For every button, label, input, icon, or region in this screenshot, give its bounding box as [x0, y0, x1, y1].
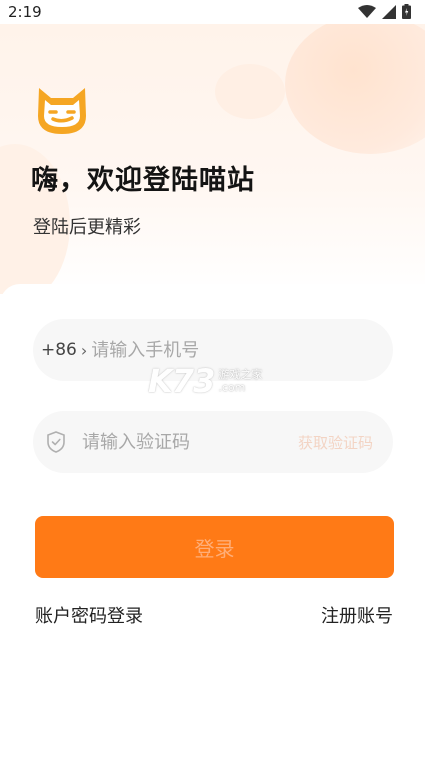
page-subtitle: 登陆后更精彩 — [33, 217, 141, 238]
get-code-button[interactable]: 获取验证码 — [298, 432, 373, 453]
shield-icon — [47, 431, 65, 453]
watermark-domain: .com — [218, 381, 246, 394]
register-link[interactable]: 注册账号 — [321, 602, 393, 628]
status-bar: 2:19 — [0, 0, 425, 24]
watermark: K73 游戏之家 .com — [148, 362, 262, 400]
password-login-link[interactable]: 账户密码登录 — [35, 602, 143, 628]
phone-input[interactable] — [91, 339, 393, 361]
cat-face-logo-icon — [38, 88, 86, 134]
watermark-cn: 游戏之家 — [218, 368, 263, 381]
verification-code-field[interactable]: 获取验证码 — [33, 411, 393, 473]
watermark-brand: K73 — [148, 362, 215, 400]
battery-icon — [402, 4, 411, 19]
status-icons — [358, 4, 411, 19]
chevron-right-icon[interactable]: › — [81, 341, 87, 360]
status-time: 2:19 — [8, 3, 42, 21]
wifi-icon — [358, 4, 376, 18]
country-code[interactable]: +86 — [41, 340, 77, 360]
login-button[interactable]: 登录 — [35, 516, 394, 578]
page-title: 嗨，欢迎登陆喵站 — [31, 165, 255, 196]
signal-icon — [382, 4, 396, 19]
decor-bubble — [285, 24, 425, 154]
decor-bubble — [215, 64, 285, 119]
